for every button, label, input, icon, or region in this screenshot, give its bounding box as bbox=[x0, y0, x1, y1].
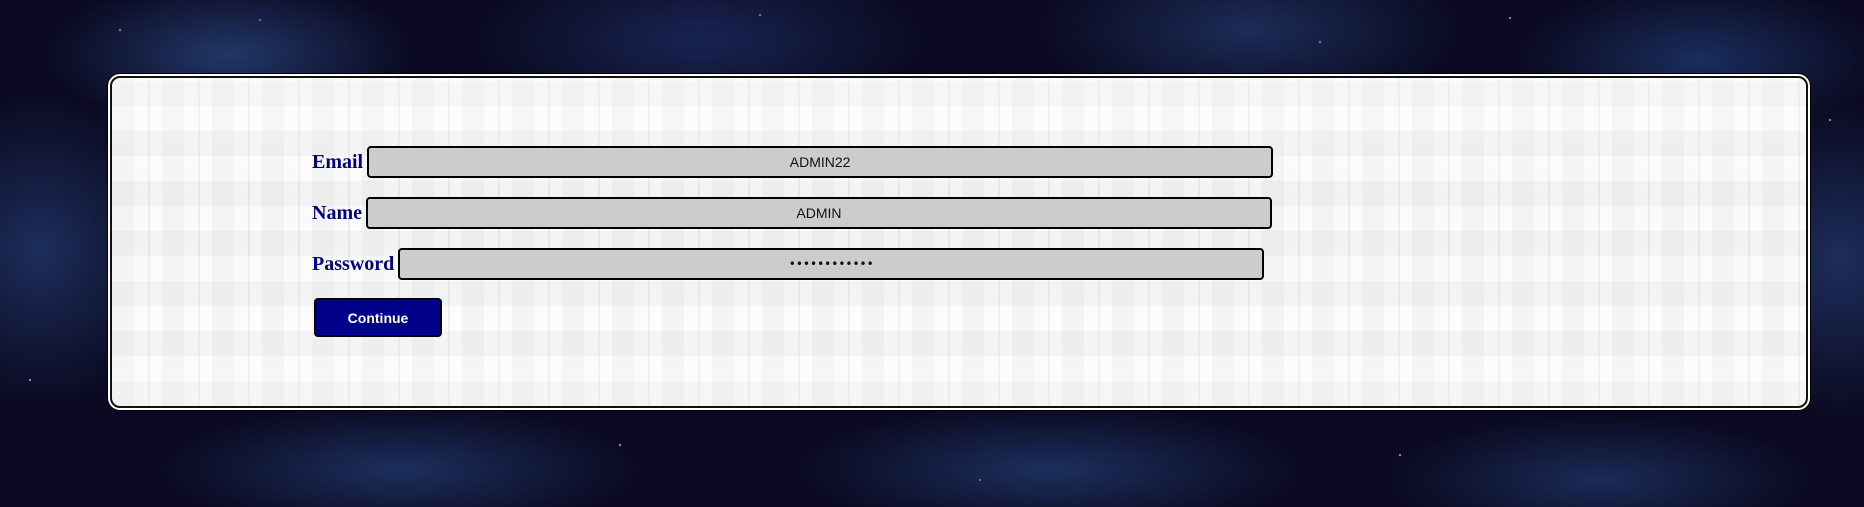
name-label: Name bbox=[312, 201, 362, 224]
name-row: Name bbox=[312, 197, 1272, 229]
continue-button[interactable]: Continue bbox=[314, 298, 442, 337]
login-form-panel: Email Name Password Continue bbox=[110, 76, 1808, 408]
email-row: Email bbox=[312, 146, 1274, 178]
email-field[interactable] bbox=[367, 146, 1274, 178]
password-row: Password bbox=[312, 248, 1265, 280]
email-label: Email bbox=[312, 150, 364, 173]
password-label: Password bbox=[312, 252, 395, 275]
password-field[interactable] bbox=[398, 248, 1265, 280]
name-field[interactable] bbox=[365, 197, 1272, 229]
